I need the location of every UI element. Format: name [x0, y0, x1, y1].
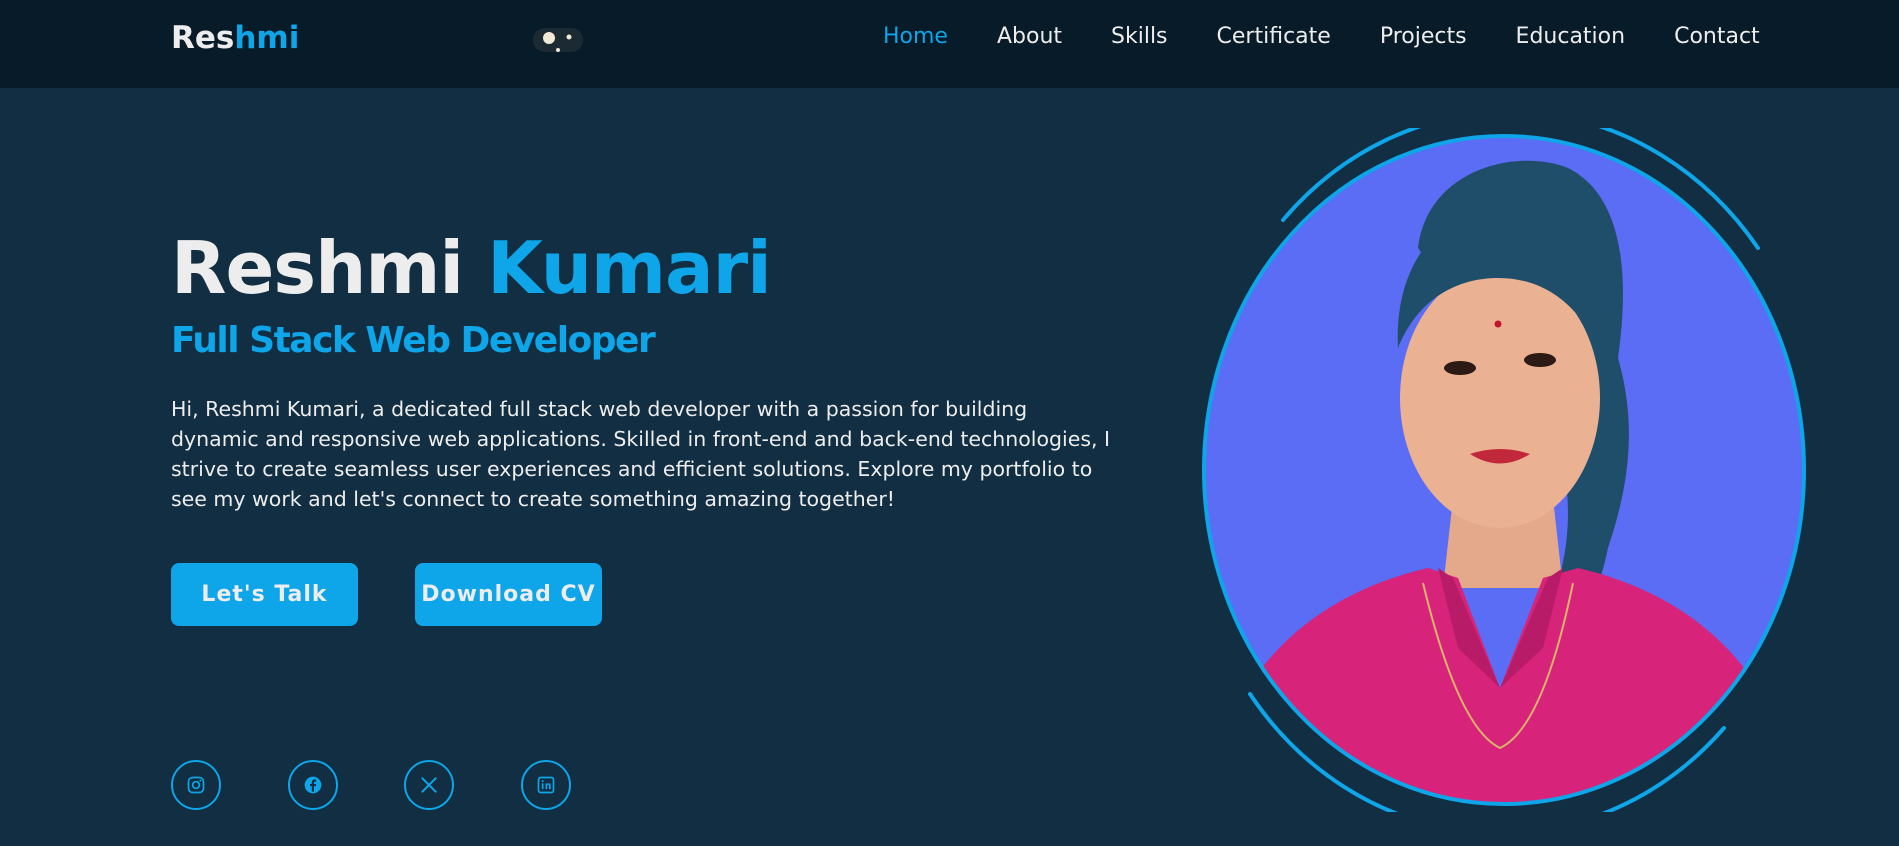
navbar: Reshmi Home About Skills Certificate Pro…	[0, 0, 1899, 88]
theme-toggle-icon[interactable]	[533, 26, 583, 56]
nav-contact[interactable]: Contact	[1674, 24, 1760, 49]
hero-role: Full Stack Web Developer	[171, 320, 656, 361]
x-twitter-icon	[421, 777, 437, 793]
nav-education[interactable]: Education	[1516, 24, 1626, 49]
x-twitter-link[interactable]	[404, 760, 454, 810]
instagram-icon	[187, 776, 205, 794]
linkedin-link[interactable]	[521, 760, 571, 810]
hero-name: Reshmi Kumari	[171, 226, 772, 310]
logo-prefix: Res	[171, 20, 235, 56]
nav-skills[interactable]: Skills	[1111, 24, 1168, 49]
hero-last-name: Kumari	[487, 226, 772, 310]
hero-description: Hi, Reshmi Kumari, a dedicated full stac…	[171, 397, 1111, 511]
facebook-icon	[304, 776, 322, 794]
nav-projects[interactable]: Projects	[1380, 24, 1467, 49]
instagram-link[interactable]	[171, 760, 221, 810]
nav-certificate[interactable]: Certificate	[1217, 24, 1331, 49]
nav-about[interactable]: About	[997, 24, 1062, 49]
hero-first-name: Reshmi	[171, 226, 464, 310]
profile-image	[1198, 109, 1810, 835]
logo-accent: hmi	[234, 20, 300, 56]
brand-logo[interactable]: Reshmi	[171, 20, 299, 56]
nav-links: Home About Skills Certificate Projects E…	[883, 24, 1760, 49]
nav-home[interactable]: Home	[883, 24, 948, 49]
download-cv-button[interactable]: Download CV	[415, 563, 602, 626]
linkedin-icon	[537, 776, 555, 794]
lets-talk-button[interactable]: Let's Talk	[171, 563, 358, 626]
facebook-link[interactable]	[288, 760, 338, 810]
